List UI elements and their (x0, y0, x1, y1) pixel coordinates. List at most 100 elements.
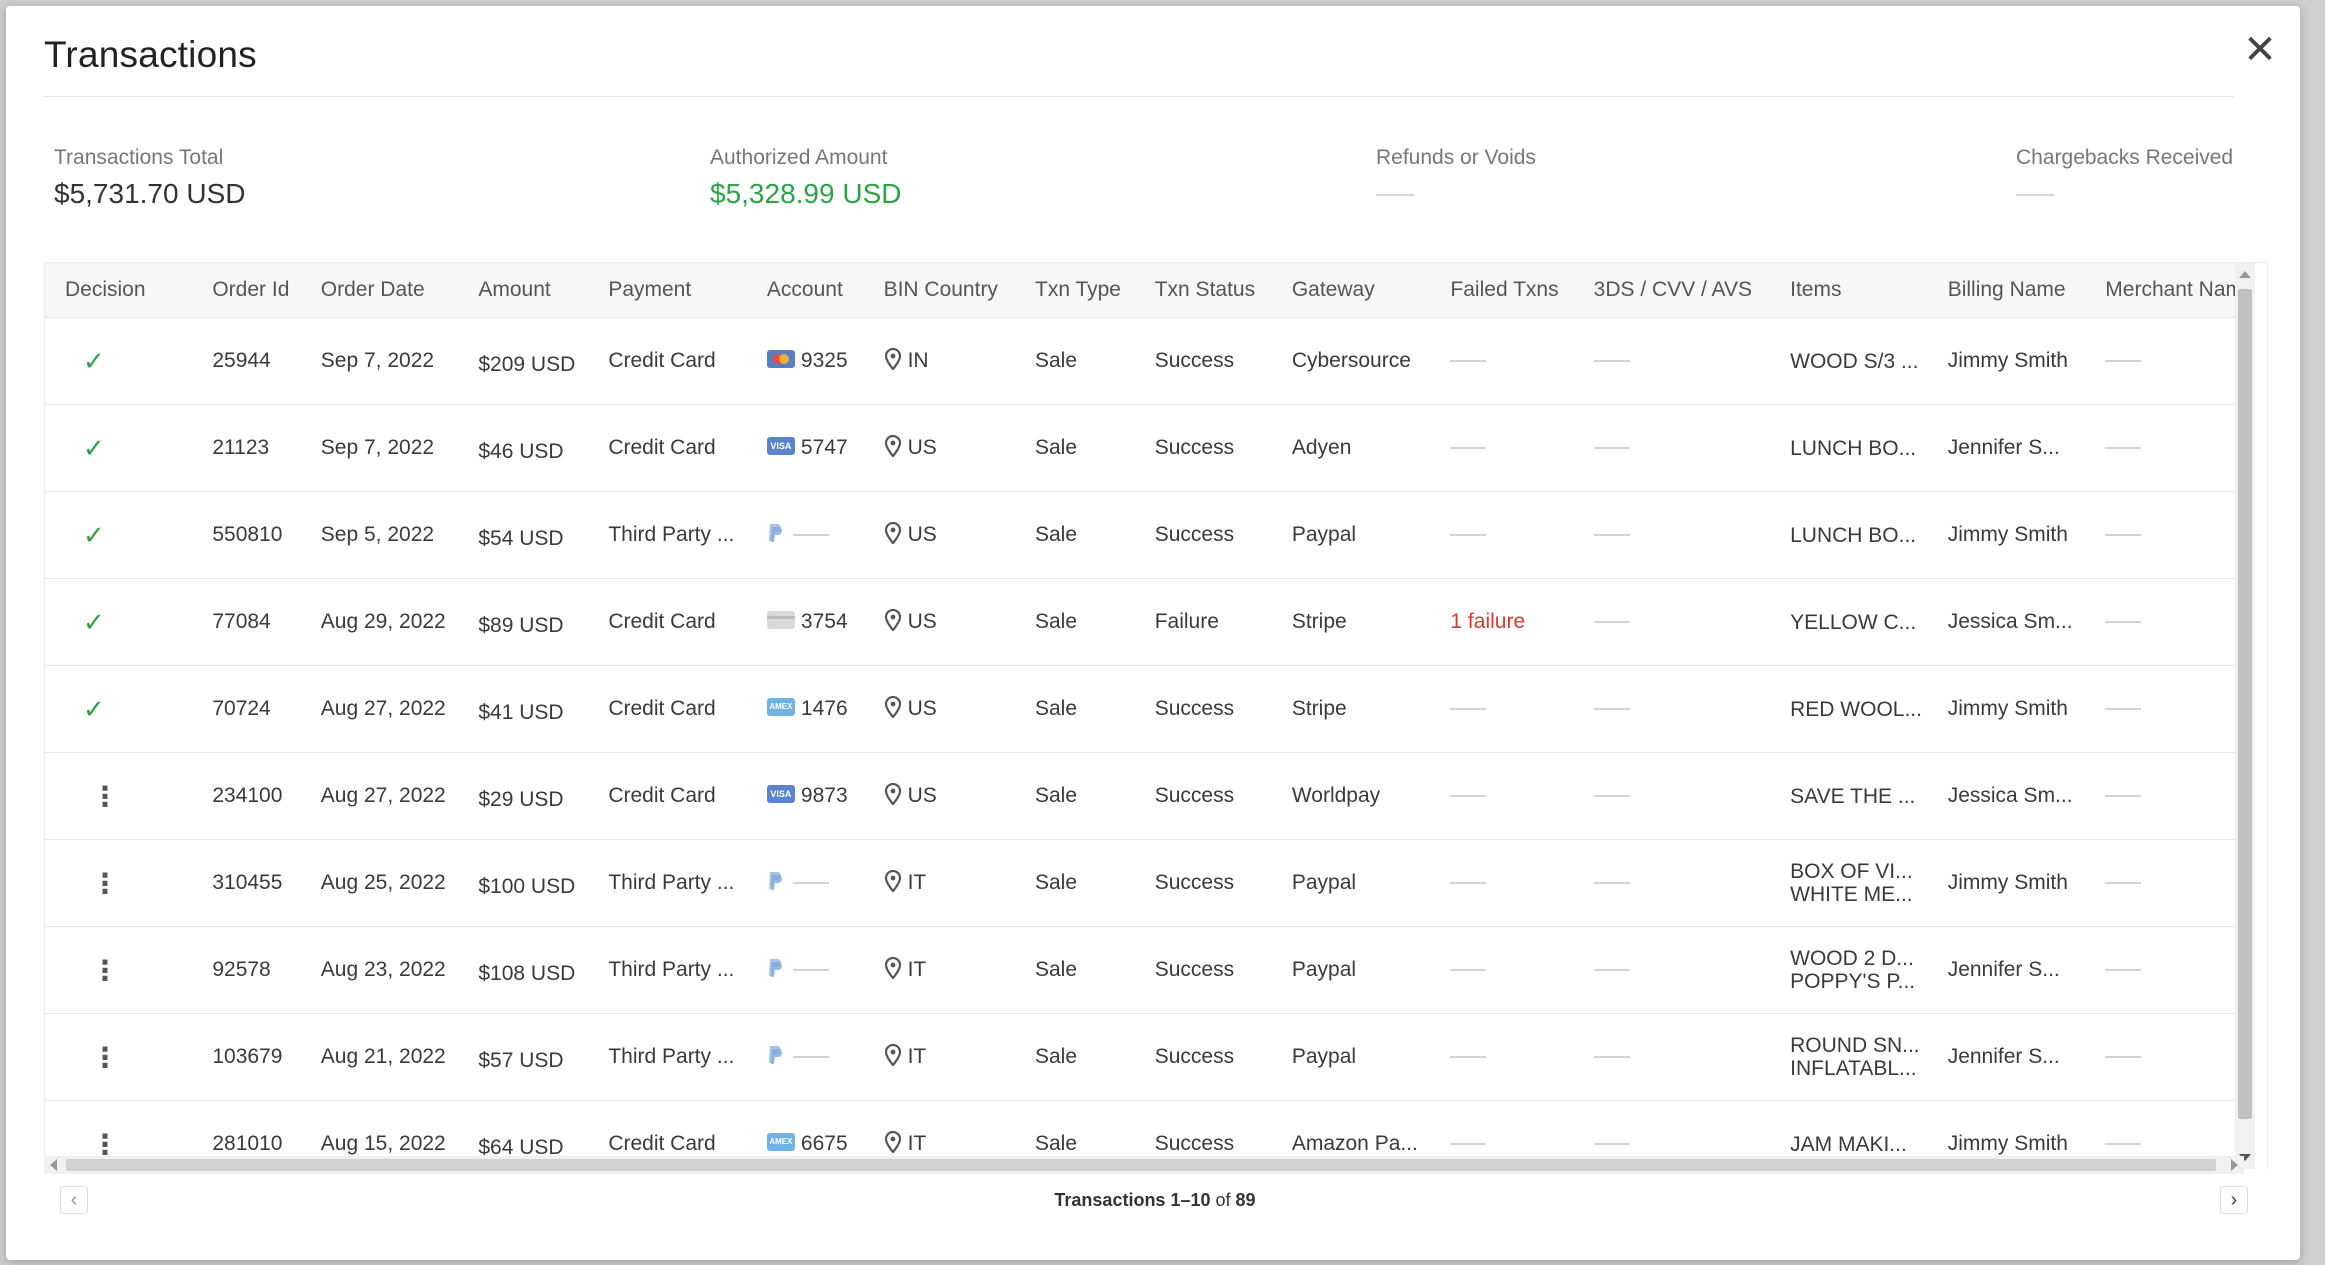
order-id-cell[interactable]: 103679 (192, 1013, 301, 1101)
bin-country: US (907, 784, 937, 807)
empty-value-dash (1593, 360, 1630, 363)
table-row[interactable]: ⋮ 234100 Aug 27, 2022 $29 USD Credit Card VIS… (45, 752, 2245, 840)
empty-value-dash (792, 1056, 829, 1059)
more-options-icon[interactable]: ⋮ (65, 1129, 119, 1160)
column-header-order-id[interactable]: Order Id (192, 263, 301, 318)
column-header-amount[interactable]: Amount (458, 263, 589, 318)
transactions-table-container[interactable]: Decision Order Id Order Date Amount Payment A… (44, 262, 2268, 1169)
empty-value-dash (792, 534, 829, 537)
order-id[interactable]: 21123 (212, 436, 269, 459)
generic-card-icon (766, 611, 795, 630)
order-id-cell[interactable]: 92578 (192, 926, 301, 1014)
decision-cell[interactable]: ⋮ (45, 926, 193, 1014)
column-header-gateway[interactable]: Gateway (1271, 263, 1431, 318)
order-id-cell[interactable]: 550810 (192, 491, 301, 579)
column-header-txn-status[interactable]: Txn Status (1134, 263, 1272, 318)
column-header-3ds-cvv-avs[interactable]: 3DS / CVV / AVS (1573, 263, 1771, 318)
column-header-decision[interactable]: Decision (45, 263, 193, 318)
payment-method: Third Party ... (608, 871, 735, 894)
order-id[interactable]: 25944 (212, 349, 270, 372)
order-id-cell[interactable]: 77084 (192, 578, 301, 666)
items-cell: RED WOOL... (1770, 665, 1928, 753)
order-id-cell[interactable]: 70724 (192, 665, 301, 753)
item-name: WHITE ME... (1790, 883, 1913, 906)
order-id[interactable]: 310455 (212, 871, 282, 894)
more-options-icon[interactable]: ⋮ (65, 1042, 119, 1073)
column-header-order-date[interactable]: Order Date (300, 263, 459, 318)
order-id[interactable]: 234100 (212, 784, 282, 807)
vertical-scroll-thumb[interactable] (2238, 289, 2252, 1119)
pagination-range: Transactions 1–10 (1054, 1190, 1211, 1210)
column-header-txn-type[interactable]: Txn Type (1015, 263, 1135, 318)
column-header-account[interactable]: Account (746, 263, 864, 318)
failed-txns-cell[interactable]: 1 failure (1430, 578, 1574, 666)
order-id[interactable]: 103679 (212, 1045, 282, 1068)
account-last4: 5747 (800, 436, 848, 459)
order-date-cell: Aug 25, 2022 (300, 839, 459, 927)
summary-label: Chargebacks Received (2016, 146, 2234, 169)
order-id-cell[interactable]: 25944 (192, 317, 301, 405)
order-id[interactable]: 550810 (212, 523, 282, 546)
bin-country: US (907, 523, 937, 546)
scroll-right-icon[interactable] (2231, 1159, 2238, 1171)
bin-country-cell: IT (863, 926, 1015, 1014)
item-name: RED WOOL... (1790, 697, 1922, 721)
order-id[interactable]: 92578 (212, 958, 270, 981)
column-header-billing-name[interactable]: Billing Name (1927, 263, 2086, 318)
amount: $89 USD (478, 614, 564, 637)
next-page-button[interactable]: › (2220, 1186, 2248, 1214)
billing-name: Jimmy Smith (1947, 697, 2068, 720)
table-row[interactable]: ✓ 550810 Sep 5, 2022 $54 USD Third Party ...… (45, 491, 2245, 579)
table-row[interactable]: ⋮ 310455 Aug 25, 2022 $100 USD Third Party .… (45, 839, 2245, 927)
order-id[interactable]: 77084 (212, 610, 270, 633)
table-row[interactable]: ⋮ 103679 Aug 21, 2022 $57 USD Third Party ..… (45, 1013, 2245, 1101)
order-id[interactable]: 281010 (212, 1132, 282, 1155)
amount: $57 USD (478, 1049, 564, 1072)
decision-cell[interactable]: ⋮ (45, 752, 193, 840)
order-id-cell[interactable]: 21123 (192, 404, 301, 492)
table-row[interactable]: ✓ 25944 Sep 7, 2022 $209 USD Credit Card 9325… (45, 317, 2245, 405)
verification-cell (1573, 665, 1771, 753)
order-id-cell[interactable]: 310455 (192, 839, 301, 927)
scroll-left-icon[interactable] (50, 1159, 57, 1171)
billing-name-cell: Jessica Sm... (1927, 578, 2086, 666)
more-options-icon[interactable]: ⋮ (65, 868, 119, 899)
decision-cell[interactable]: ⋮ (45, 1013, 193, 1101)
column-header-payment[interactable]: Payment (588, 263, 747, 318)
order-date: Sep 7, 2022 (320, 436, 435, 459)
table-row[interactable]: ✓ 21123 Sep 7, 2022 $46 USD Credit Card VISA 5… (45, 404, 2245, 492)
column-header-items[interactable]: Items (1770, 263, 1928, 318)
items-cell: WOOD S/3 ... (1770, 317, 1928, 405)
column-header-failed-txns[interactable]: Failed Txns (1430, 263, 1574, 318)
item-name: ROUND SN... (1790, 1034, 1920, 1057)
order-date: Sep 5, 2022 (320, 523, 435, 546)
payment-method: Credit Card (608, 436, 716, 459)
table-row[interactable]: ✓ 70724 Aug 27, 2022 $41 USD Credit Card AMEX… (45, 665, 2245, 753)
horizontal-scroll-thumb[interactable] (66, 1159, 2216, 1171)
payment-cell: Credit Card (588, 578, 747, 666)
txn-type: Sale (1035, 1045, 1078, 1068)
empty-value-dash (1593, 1143, 1630, 1146)
gateway: Amazon Pa... (1291, 1132, 1418, 1155)
failed-txns-link[interactable]: 1 failure (1450, 610, 1525, 633)
gateway: Stripe (1291, 610, 1347, 633)
close-icon[interactable]: ✕ (2240, 30, 2280, 70)
table-row[interactable]: ⋮ 92578 Aug 23, 2022 $108 USD Third Party ..… (45, 926, 2245, 1014)
order-id-cell[interactable]: 234100 (192, 752, 301, 840)
billing-name: Jennifer S... (1947, 436, 2060, 459)
decision-cell[interactable]: ⋮ (45, 839, 193, 927)
more-options-icon[interactable]: ⋮ (65, 781, 119, 812)
order-id[interactable]: 70724 (212, 697, 270, 720)
vertical-scrollbar[interactable] (2235, 263, 2255, 1169)
more-options-icon[interactable]: ⋮ (65, 955, 119, 986)
column-header-bin-country[interactable]: BIN Country (863, 263, 1015, 318)
table-row[interactable]: ✓ 77084 Aug 29, 2022 $89 USD Credit Card 3754… (45, 578, 2245, 666)
scroll-up-icon[interactable] (2239, 271, 2251, 278)
column-header-merchant-name[interactable]: Merchant Name (2085, 263, 2245, 318)
horizontal-scrollbar[interactable] (44, 1156, 2244, 1174)
amex-card-icon: AMEX (766, 698, 795, 717)
table-body: ✓ 25944 Sep 7, 2022 $209 USD Credit Card 9325… (45, 317, 2245, 1169)
empty-value-dash (1450, 969, 1487, 972)
order-date: Aug 29, 2022 (320, 610, 446, 633)
location-pin-icon (884, 870, 901, 893)
